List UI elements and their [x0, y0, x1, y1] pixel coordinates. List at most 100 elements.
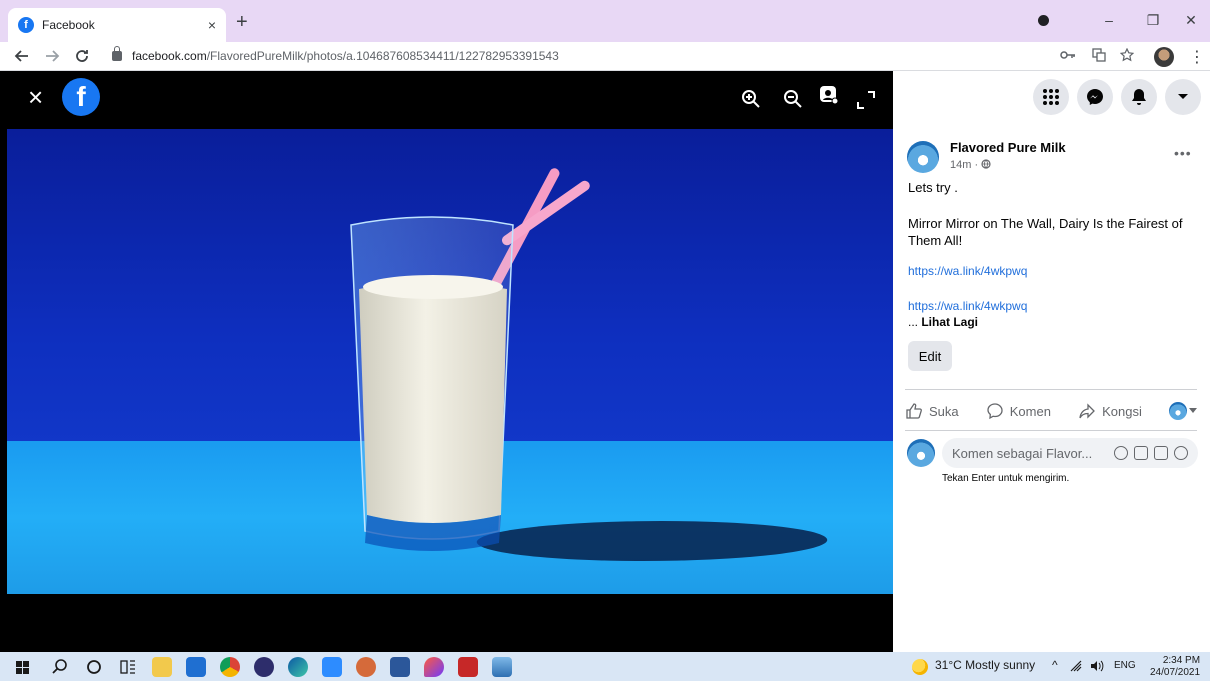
notifications-button[interactable]	[1121, 79, 1157, 115]
address-bar[interactable]: facebook.com/FlavoredPureMilk/photos/a.1…	[112, 45, 1102, 67]
browser-menu-icon[interactable]: ⋮	[1189, 47, 1205, 67]
url-path: /FlavoredPureMilk/photos/a.1046876085344…	[206, 49, 559, 63]
language-indicator[interactable]: ENG	[1114, 660, 1136, 671]
start-button[interactable]	[12, 657, 32, 677]
search-icon[interactable]	[50, 657, 70, 677]
comment-box[interactable]	[942, 438, 1198, 468]
image-viewer-icon[interactable]	[492, 657, 512, 677]
actions-divider-top	[905, 389, 1197, 390]
comment-button[interactable]: Komen	[986, 402, 1051, 420]
system-clock[interactable]: 2:34 PM 24/07/2021	[1150, 655, 1200, 679]
fullscreen-icon[interactable]	[857, 91, 875, 109]
thumbs-up-icon	[906, 403, 922, 419]
restore-button[interactable]: ❐	[1138, 10, 1168, 30]
gif-icon[interactable]	[1154, 446, 1168, 460]
os-taskbar: 31°C Mostly sunny ^ ENG 2:34 PM 24/07/20…	[0, 652, 1210, 681]
zoom-app-icon[interactable]	[322, 657, 342, 677]
task-view-icon[interactable]	[118, 657, 138, 677]
emoji-icon[interactable]	[1114, 446, 1128, 460]
post-side-panel: Flavored Pure Milk 14m · ••• Lets try . …	[893, 71, 1210, 652]
share-button[interactable]: Kongsi	[1078, 402, 1142, 420]
photo-viewer: × f	[0, 71, 893, 652]
see-more-label: Lihat Lagi	[921, 315, 979, 329]
paint-app-icon[interactable]	[424, 657, 444, 677]
share-label: Kongsi	[1102, 403, 1142, 419]
like-button[interactable]: Suka	[905, 402, 959, 420]
facebook-favicon-icon: f	[18, 17, 34, 33]
tray-chevron-icon[interactable]: ^	[1052, 658, 1058, 672]
grid-menu-icon	[1043, 89, 1059, 105]
clock-date: 24/07/2021	[1150, 667, 1201, 678]
key-icon[interactable]	[1060, 48, 1076, 62]
identity-avatar	[1168, 402, 1187, 420]
messenger-button[interactable]	[1077, 79, 1113, 115]
panel-top-bar	[893, 71, 1210, 126]
cortana-icon[interactable]	[84, 657, 104, 677]
minimize-button[interactable]: –	[1094, 10, 1124, 30]
tab-title: Facebook	[42, 18, 95, 32]
menu-grid-button[interactable]	[1033, 79, 1069, 115]
post-link-1[interactable]: https://wa.link/4wkpwq	[908, 264, 1027, 278]
post-timestamp[interactable]: 14m ·	[950, 159, 991, 171]
edge-icon[interactable]	[288, 657, 308, 677]
reload-icon[interactable]	[74, 48, 90, 64]
profile-avatar[interactable]	[1154, 47, 1174, 67]
page-name[interactable]: Flavored Pure Milk	[950, 140, 1066, 155]
caret-down-small-icon	[1188, 408, 1197, 413]
comment-icon	[987, 403, 1003, 420]
chrome-icon[interactable]	[220, 657, 240, 677]
bookmark-star-icon[interactable]	[1120, 48, 1134, 62]
file-explorer-icon[interactable]	[152, 657, 172, 677]
comment-hint: Tekan Enter untuk mengirim.	[942, 473, 1070, 484]
back-arrow-icon[interactable]	[14, 48, 30, 64]
weather-text[interactable]: 31°C Mostly sunny	[935, 658, 1035, 672]
browser-toolbar: facebook.com/FlavoredPureMilk/photos/a.1…	[0, 42, 1210, 71]
volume-icon[interactable]	[1090, 660, 1104, 672]
account-menu-button[interactable]	[1165, 79, 1201, 115]
pdf-app-icon[interactable]	[458, 657, 478, 677]
window-close-button[interactable]: ✕	[1176, 10, 1206, 30]
like-label: Suka	[929, 403, 959, 419]
facebook-logo-icon[interactable]: f	[62, 78, 100, 116]
url-host: facebook.com	[132, 49, 207, 63]
photo-milk-glass	[350, 216, 514, 551]
zoom-in-icon[interactable]	[740, 88, 762, 110]
bell-icon	[1132, 89, 1146, 105]
profile-indicator-icon[interactable]	[1028, 10, 1058, 30]
post-actions: Suka Komen Kongsi	[905, 396, 1197, 426]
tab-strip: f Facebook × + – ❐ ✕	[0, 0, 1210, 42]
messenger-icon	[1087, 89, 1103, 105]
comment-tools	[1114, 446, 1188, 460]
sticker-icon[interactable]	[1174, 446, 1188, 460]
camera-icon[interactable]	[1134, 446, 1148, 460]
comment-input[interactable]	[952, 445, 1114, 461]
share-icon	[1079, 403, 1096, 419]
new-tab-button[interactable]: +	[236, 12, 248, 32]
commenter-avatar[interactable]	[907, 439, 935, 467]
mail-icon[interactable]	[186, 657, 206, 677]
zoom-out-icon[interactable]	[782, 88, 804, 110]
lock-icon[interactable]	[112, 46, 122, 61]
weather-sun-icon[interactable]	[912, 659, 928, 675]
tag-photo-icon[interactable]	[818, 84, 840, 106]
post-options-icon[interactable]: •••	[1174, 145, 1192, 161]
see-more-link[interactable]: ... Lihat Lagi	[908, 315, 978, 329]
browser-tab[interactable]: f Facebook ×	[8, 8, 226, 42]
edit-button[interactable]: Edit	[908, 341, 952, 371]
post-photo	[7, 129, 893, 594]
photos-app-icon[interactable]	[356, 657, 376, 677]
caret-down-icon	[1178, 94, 1188, 99]
word-icon[interactable]	[390, 657, 410, 677]
post-text-line1: Lets try .	[908, 180, 958, 195]
comment-label: Komen	[1009, 403, 1051, 419]
translate-icon[interactable]	[1092, 48, 1106, 62]
post-link-2[interactable]: https://wa.link/4wkpwq	[908, 299, 1027, 313]
page-avatar[interactable]	[907, 141, 939, 173]
app-u-icon[interactable]	[254, 657, 274, 677]
close-viewer-icon[interactable]: ×	[28, 84, 43, 110]
network-icon[interactable]	[1070, 660, 1084, 672]
reaction-identity-selector[interactable]	[1168, 402, 1197, 420]
clock-time: 2:34 PM	[1162, 655, 1201, 666]
tab-close-icon[interactable]: ×	[208, 17, 216, 33]
forward-arrow-icon[interactable]	[44, 48, 60, 64]
